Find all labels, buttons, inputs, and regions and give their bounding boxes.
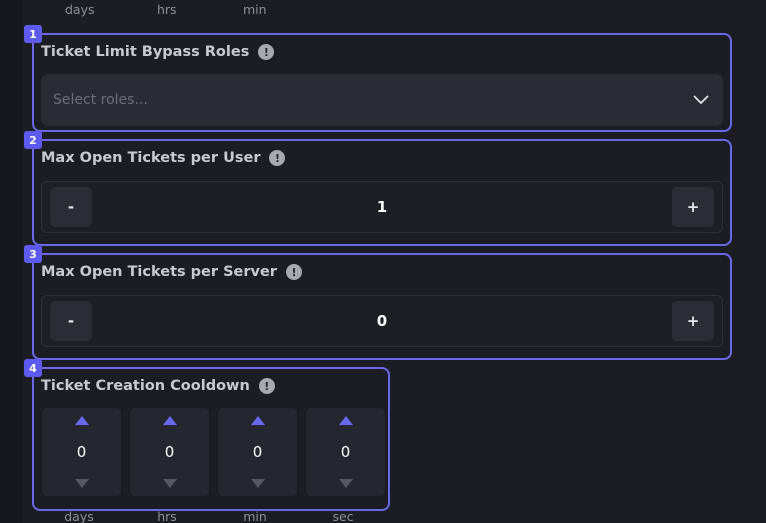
section-title-text: Ticket Creation Cooldown [41, 378, 250, 394]
section-title-text: Max Open Tickets per User [41, 150, 261, 166]
info-icon[interactable]: ! [258, 378, 275, 394]
cooldown-inputs: 0 0 0 0 [42, 408, 385, 496]
arrow-up-icon[interactable] [162, 416, 177, 425]
cooldown-min: 0 [218, 408, 297, 496]
section-max-open-tickets-per-user: 2 Max Open Tickets per User ! - 1 + [24, 131, 732, 246]
section-max-open-tickets-per-server: 3 Max Open Tickets per Server ! - 0 + [24, 245, 732, 360]
unit-label-sec: sec [332, 509, 354, 523]
cooldown-days-value[interactable]: 0 [77, 443, 87, 461]
user-tickets-stepper: - 1 + [41, 181, 723, 233]
unit-label-min: min [243, 509, 267, 523]
left-sidebar-edge [0, 0, 22, 523]
section-ticket-limit-bypass-roles: 1 Ticket Limit Bypass Roles ! Select rol… [24, 25, 732, 132]
roles-select-dropdown[interactable]: Select roles... [41, 74, 723, 126]
cooldown-sec: 0 [306, 408, 385, 496]
stepper-value[interactable]: 1 [92, 198, 672, 216]
section-title-text: Ticket Limit Bypass Roles [41, 44, 250, 60]
section-ticket-creation-cooldown: 4 Ticket Creation Cooldown ! 0 0 0 0 [24, 359, 390, 511]
settings-panel: days hrs min 1 Ticket Limit Bypass Roles… [0, 0, 766, 523]
section-number-badge: 3 [24, 245, 42, 263]
chevron-down-icon [693, 95, 709, 104]
cooldown-hrs-value[interactable]: 0 [165, 443, 175, 461]
arrow-down-icon[interactable] [74, 479, 89, 488]
unit-label-days: days [64, 509, 94, 523]
section-number-badge: 1 [24, 25, 42, 43]
info-icon[interactable]: ! [258, 44, 275, 60]
info-icon[interactable]: ! [285, 264, 302, 280]
unit-label-hrs: hrs [157, 509, 177, 523]
section-title: Ticket Creation Cooldown ! [41, 378, 275, 394]
increment-button[interactable]: + [672, 187, 714, 227]
arrow-down-icon[interactable] [162, 479, 177, 488]
decrement-button[interactable]: - [50, 187, 92, 227]
section-title: Max Open Tickets per User ! [41, 150, 286, 166]
roles-select-placeholder: Select roles... [53, 92, 148, 108]
section-title: Max Open Tickets per Server ! [41, 264, 302, 280]
section-number-badge: 4 [24, 359, 42, 377]
cooldown-days: 0 [42, 408, 121, 496]
stepper-value[interactable]: 0 [92, 312, 672, 330]
decrement-button[interactable]: - [50, 301, 92, 341]
section-title-text: Max Open Tickets per Server [41, 264, 277, 280]
arrow-up-icon[interactable] [74, 416, 89, 425]
increment-button[interactable]: + [672, 301, 714, 341]
arrow-down-icon[interactable] [338, 479, 353, 488]
arrow-up-icon[interactable] [338, 416, 353, 425]
server-tickets-stepper: - 0 + [41, 295, 723, 347]
unit-label-min: min [243, 2, 267, 17]
cooldown-hrs: 0 [130, 408, 209, 496]
arrow-down-icon[interactable] [250, 479, 265, 488]
arrow-up-icon[interactable] [250, 416, 265, 425]
section-title: Ticket Limit Bypass Roles ! [41, 44, 275, 60]
unit-label-days: days [65, 2, 95, 17]
info-icon[interactable]: ! [269, 150, 286, 166]
cooldown-sec-value[interactable]: 0 [341, 443, 351, 461]
section-number-badge: 2 [24, 131, 42, 149]
cooldown-min-value[interactable]: 0 [253, 443, 263, 461]
unit-label-hrs: hrs [157, 2, 177, 17]
